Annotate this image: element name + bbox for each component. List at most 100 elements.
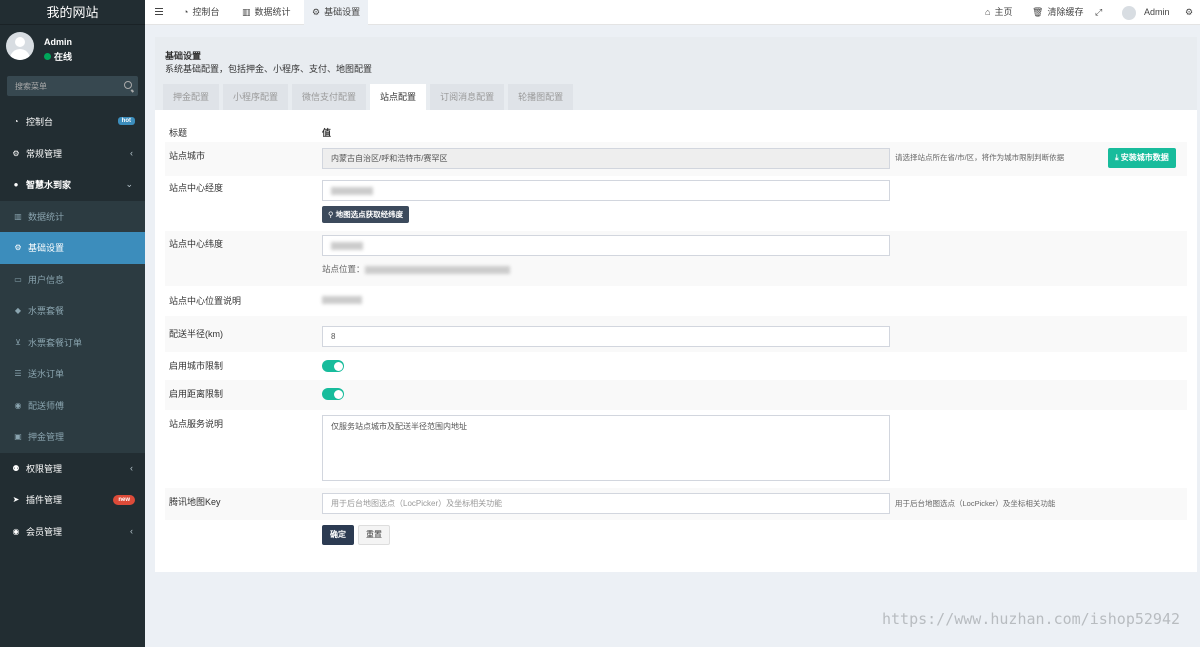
- clear-cache-button[interactable]: 🗑 清除缓存: [1032, 0, 1083, 25]
- city-row: 站点城市 请选择站点所在省/市/区，将作为城市限制判断依据 ⤓ 安装城市数据: [165, 142, 1187, 176]
- service-desc-textarea[interactable]: 仅服务站点城市及配送半径范围内地址: [322, 415, 890, 481]
- tab-dashboard[interactable]: ◔ 控制台: [183, 0, 219, 25]
- map-key-label: 腾讯地图Key: [169, 497, 221, 507]
- user-circle-icon: ◉: [12, 526, 20, 536]
- sidebar-item-3[interactable]: ▥ 数据统计: [0, 200, 145, 232]
- cog-icon: ⚙: [312, 7, 321, 17]
- download-icon: ⤓: [1115, 153, 1119, 162]
- longitude-field[interactable]: [322, 180, 890, 201]
- col-title-header: 标题: [169, 128, 188, 138]
- tab-statistics-label: 数据统计: [254, 7, 291, 17]
- fullscreen-button[interactable]: ⤢: [1095, 0, 1102, 25]
- sidebar-item-10[interactable]: ▣ 押金管理: [0, 421, 145, 453]
- home-link[interactable]: ⌂ 主页: [985, 0, 1012, 25]
- city-help: 请选择站点所在省/市/区，将作为城市限制判断依据: [895, 153, 1065, 162]
- user-menu-label: Admin: [1144, 7, 1170, 17]
- sidebar-item-13[interactable]: ◉ 会员管理 ‹: [0, 516, 145, 548]
- site-location-text: 站点位置：: [322, 263, 510, 275]
- map-key-input[interactable]: [322, 493, 890, 514]
- settings-button[interactable]: ⚙: [1185, 0, 1193, 25]
- sidebar-item-label: 控制台: [26, 117, 54, 128]
- map-pick-button[interactable]: ⚲ 地图选点获取经纬度: [322, 206, 410, 223]
- tab-subscription-config[interactable]: 订阅消息配置: [430, 84, 505, 110]
- user-menu[interactable]: Admin: [1122, 0, 1170, 25]
- longitude-row: 站点中心经度 ⚲ 地图选点获取经纬度: [165, 176, 1187, 231]
- sidebar-menu: ◔ 控制台 hot ⚙ 常规管理 ‹ ● 智慧水到家 ⌄ ▥ 数据统计 ⚙ 基础设置 ▭ 用户信息 ◆ 水票套餐…: [0, 106, 145, 547]
- sidebar-item-12[interactable]: ➤ 插件管理 new: [0, 484, 145, 516]
- radius-field[interactable]: [322, 326, 890, 347]
- tab-site-config[interactable]: 站点配置: [370, 84, 427, 110]
- chevron-icon: ‹: [130, 526, 133, 537]
- distance-limit-toggle[interactable]: [322, 388, 344, 400]
- menu-search-input[interactable]: [7, 76, 138, 96]
- map-key-row: 腾讯地图Key 用于后台地图选点（LocPicker）及坐标相关功能: [165, 488, 1187, 520]
- tab-miniprogram-config[interactable]: 小程序配置: [223, 84, 289, 110]
- home-label: 主页: [994, 7, 1013, 17]
- center-desc-label: 站点中心位置说明: [169, 296, 242, 306]
- sidebar-item-7[interactable]: ⊻ 水票套餐订单: [0, 326, 145, 358]
- city-limit-label: 启用城市限制: [169, 361, 224, 371]
- tab-basic-settings-label: 基础设置: [324, 7, 361, 17]
- reset-button[interactable]: 重置: [358, 525, 390, 545]
- trash-icon: 🗑: [1032, 7, 1044, 17]
- longitude-label: 站点中心经度: [169, 183, 224, 193]
- city-limit-toggle[interactable]: [322, 360, 344, 372]
- latitude-row: 站点中心纬度 站点位置：: [165, 231, 1187, 286]
- sidebar-item-8[interactable]: ☰ 送水订单: [0, 358, 145, 390]
- sidebar-item-0[interactable]: ◔ 控制台 hot: [0, 106, 145, 138]
- watermark: https://www.huzhan.com/ishop52942: [881, 610, 1180, 628]
- latitude-label: 站点中心纬度: [169, 239, 224, 249]
- sidebar-item-4[interactable]: ⚙ 基础设置: [0, 232, 145, 264]
- tab-carousel-config[interactable]: 轮播图配置: [508, 84, 574, 110]
- cart-icon: ⊻: [15, 337, 21, 347]
- user-panel: Admin 在线: [0, 25, 145, 69]
- site-location-prefix: 站点位置：: [322, 264, 365, 274]
- sidebar-item-label: 权限管理: [26, 463, 63, 474]
- sidebar-item-label: 送水订单: [28, 369, 65, 380]
- bar-chart-icon: ▥: [14, 211, 22, 221]
- city-label: 站点城市: [169, 151, 206, 161]
- site-logo[interactable]: 我的网站: [0, 0, 145, 25]
- radius-label: 配送半径(km): [169, 329, 223, 339]
- submit-button[interactable]: 确定: [322, 525, 354, 545]
- dashboard-icon: ◔: [13, 117, 19, 127]
- install-city-data-button[interactable]: ⤓ 安装城市数据: [1108, 148, 1176, 168]
- sidebar-item-9[interactable]: ◉ 配送师傅: [0, 389, 145, 421]
- tab-basic-settings[interactable]: ⚙ 基础设置: [304, 0, 369, 25]
- sidebar-item-6[interactable]: ◆ 水票套餐: [0, 295, 145, 327]
- sidebar-item-label: 常规管理: [26, 148, 63, 159]
- cog-icon: ⚙: [14, 243, 22, 253]
- sidebar-item-1[interactable]: ⚙ 常规管理 ‹: [0, 138, 145, 170]
- bar-chart-icon: ▥: [242, 7, 251, 17]
- cogs-icon: ⚙: [1185, 7, 1194, 17]
- tab-statistics[interactable]: ▥ 数据统计: [242, 0, 291, 25]
- tab-wechat-pay-config[interactable]: 微信支付配置: [292, 84, 367, 110]
- distance-limit-row: 启用距离限制: [165, 380, 1187, 410]
- sidebar-item-label: 押金管理: [28, 432, 65, 443]
- col-value-header: 值: [322, 128, 332, 138]
- center-desc-row: 站点中心位置说明: [165, 286, 1187, 316]
- map-key-help: 用于后台地图选点（LocPicker）及坐标相关功能: [895, 499, 1056, 508]
- city-field[interactable]: [322, 148, 890, 169]
- sidebar-item-label: 水票套餐: [28, 306, 65, 317]
- chevron-icon: ‹: [130, 148, 133, 159]
- map-pick-label: 地图选点获取经纬度: [335, 210, 404, 219]
- user-status-label: 在线: [54, 52, 73, 62]
- user-status: 在线: [44, 50, 72, 63]
- user-name: Admin: [44, 37, 72, 47]
- sidebar-item-5[interactable]: ▭ 用户信息: [0, 263, 145, 295]
- radius-row: 配送半径(km): [165, 316, 1187, 352]
- dashboard-icon: ◔: [183, 7, 189, 17]
- sidebar-item-2[interactable]: ● 智慧水到家 ⌄: [0, 169, 145, 201]
- tab-dashboard-label: 控制台: [192, 7, 220, 17]
- menu-toggle-icon[interactable]: [155, 8, 163, 15]
- home-icon: ⌂: [985, 7, 991, 17]
- credit-card-icon: ▭: [14, 274, 22, 284]
- sidebar-item-label: 插件管理: [26, 495, 63, 506]
- top-navbar: ◔ 控制台 ▥ 数据统计 ⚙ 基础设置 ⌂ 主页 🗑 清除缓存 ⤢ Admin …: [145, 0, 1200, 25]
- sidebar-item-11[interactable]: ⚉ 权限管理 ‹: [0, 453, 145, 485]
- latitude-field[interactable]: [322, 235, 890, 256]
- search-icon[interactable]: [124, 81, 132, 89]
- tab-deposit-config[interactable]: 押金配置: [163, 84, 220, 110]
- sidebar: 我的网站 Admin 在线 ◔ 控制台 hot ⚙ 常规管理 ‹ ● 智慧水到家 ⌄ ▥ 数据统计 ⚙…: [0, 0, 145, 647]
